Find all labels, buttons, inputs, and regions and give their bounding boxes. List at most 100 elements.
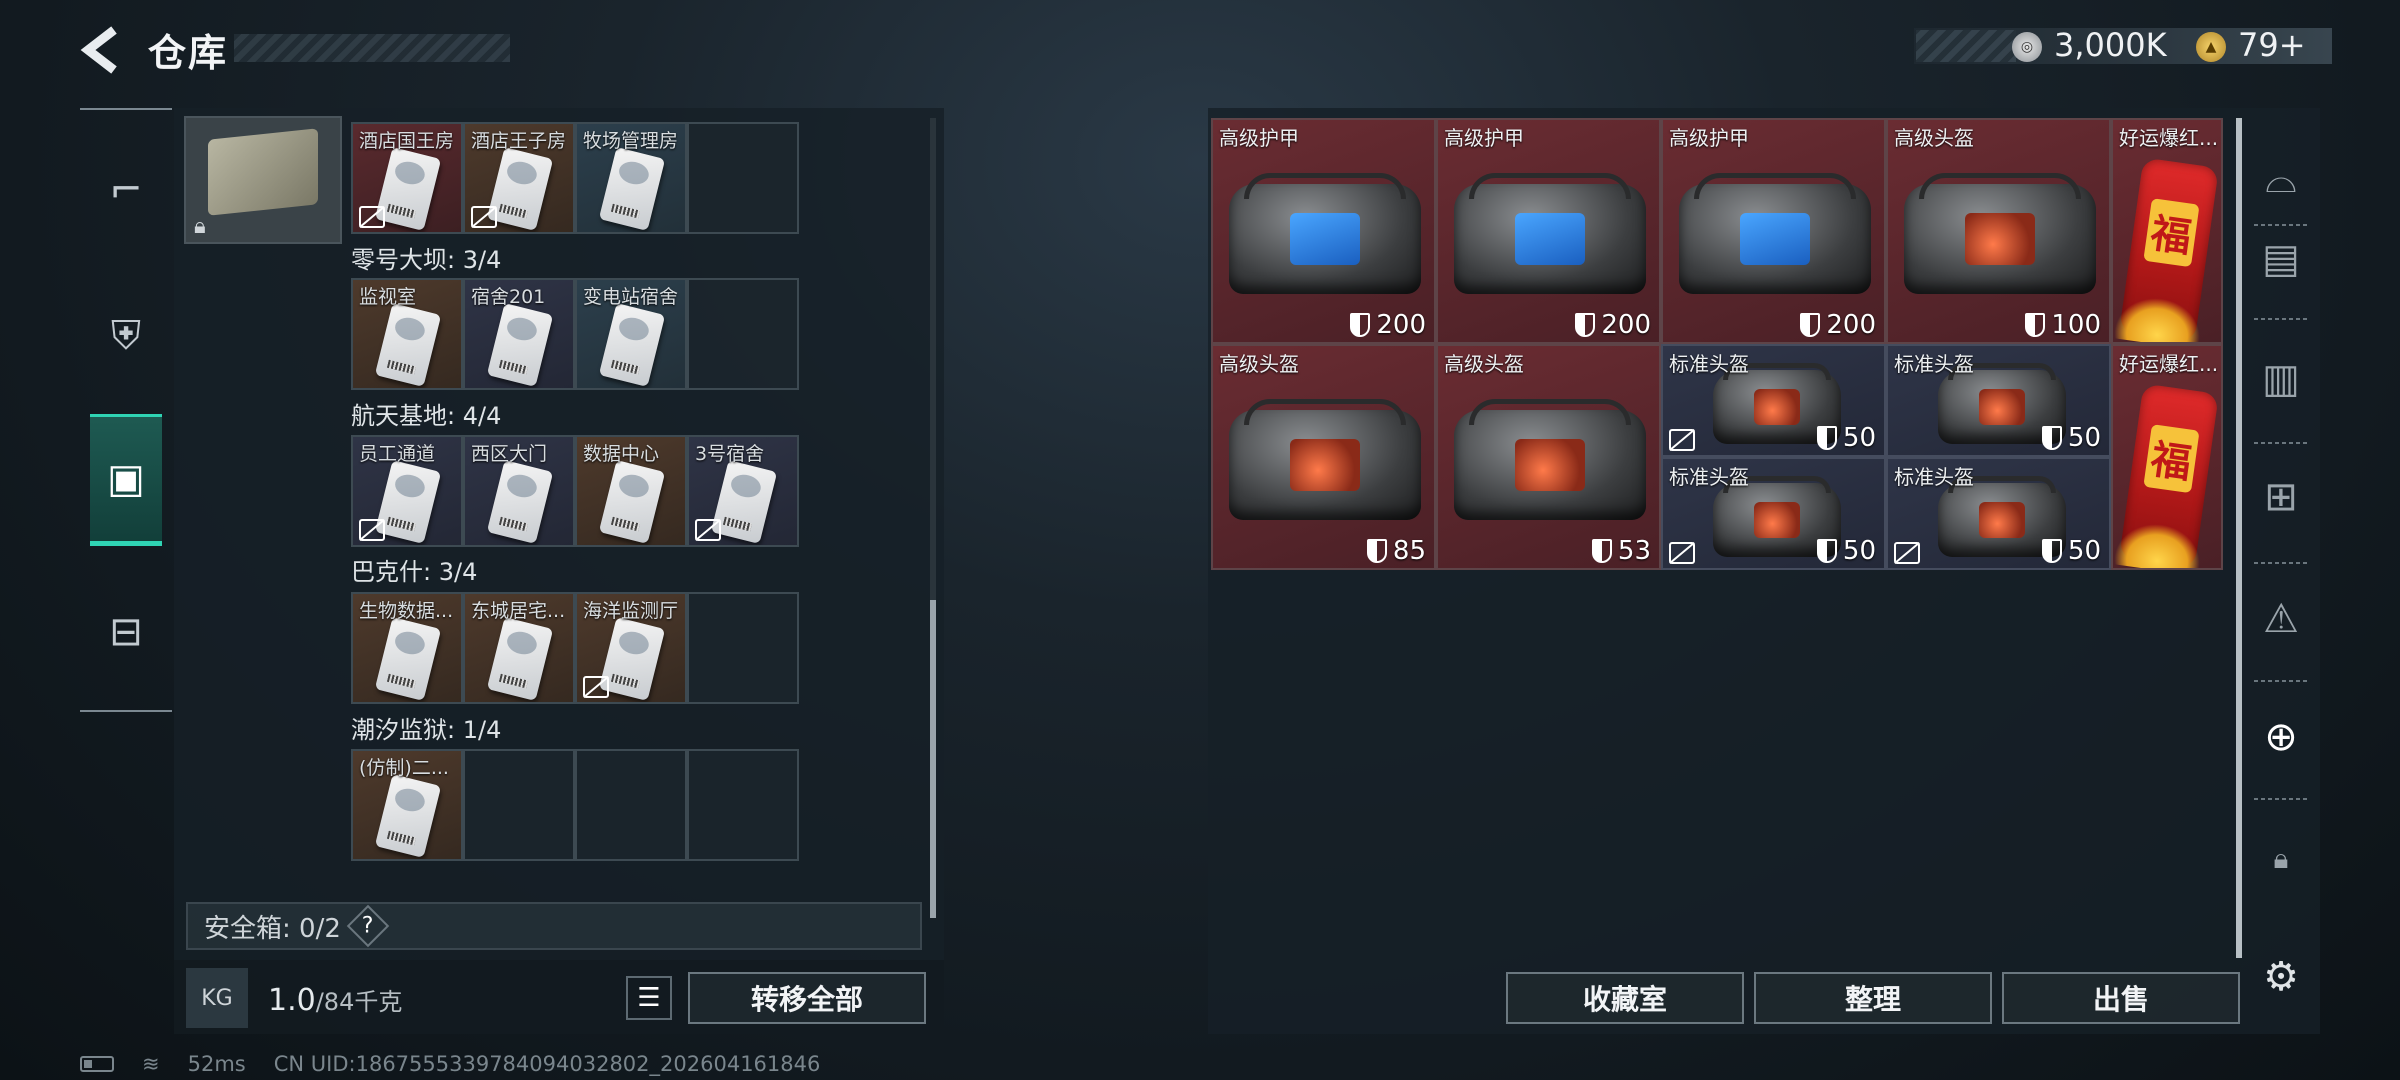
back-button[interactable] — [78, 24, 126, 76]
gear-bag-image — [1454, 173, 1646, 294]
tab-items[interactable]: ⊟ — [90, 566, 162, 698]
keycard-image — [598, 303, 666, 387]
keycard-image — [374, 303, 442, 387]
collection-room-button[interactable]: 收藏室 — [1506, 972, 1744, 1024]
map-group-title: 巴克什: 3/4 — [351, 558, 478, 586]
keycard-image — [598, 147, 666, 231]
unavailable-icon — [695, 519, 721, 541]
safebox-bar[interactable]: 安全箱: 0/2 ? — [186, 902, 922, 950]
keycard-label: 员工通道 — [359, 443, 436, 465]
keycard-row: 监视室 宿舍201 变电站宿舍 — [351, 278, 799, 390]
keycard-label: 牧场管理房 — [583, 130, 679, 152]
durability-badge: 50 — [1816, 423, 1876, 453]
list-view-button[interactable]: ☰ — [626, 976, 672, 1020]
keycard-label: 西区大门 — [471, 443, 548, 465]
add-storage-icon[interactable]: ⊕ — [2254, 710, 2308, 764]
keycard-slot[interactable]: 西区大门 — [463, 435, 575, 547]
durability-badge: 200 — [1800, 310, 1876, 340]
silver-amount[interactable]: 3,000K — [2054, 26, 2167, 64]
item-name: 标准头盔 — [1894, 352, 1974, 376]
settings-gear-icon[interactable]: ⚙ — [2254, 950, 2308, 1004]
status-bar: ≋ 52ms CN UID:1867555339784094032802_202… — [80, 1052, 820, 1076]
gear-bag-image — [1229, 399, 1421, 520]
durability-badge: 200 — [1350, 310, 1426, 340]
durability-value: 50 — [1842, 536, 1876, 566]
help-icon[interactable]: ? — [346, 904, 390, 948]
unavailable-icon — [1894, 542, 1920, 564]
armor-item[interactable]: 高级头盔 53 — [1436, 344, 1661, 570]
keycard-slot[interactable]: (仿制)二... — [351, 749, 463, 861]
item-name: 高级头盔 — [1219, 352, 1299, 376]
tab-weapons[interactable]: ⌐ — [90, 124, 162, 256]
keycard-slot[interactable]: 牧场管理房 — [575, 122, 687, 234]
keycard-slot[interactable]: 酒店国王房 — [351, 122, 463, 234]
keycard-slot[interactable]: 海洋监测厅 — [575, 592, 687, 704]
shield-icon — [1591, 539, 1612, 563]
keycard-slot[interactable]: 酒店王子房 — [463, 122, 575, 234]
standard-helmet-item[interactable]: 标准头盔 50 — [1886, 344, 2111, 457]
toolbar-separator — [2254, 318, 2308, 320]
shield-icon — [1350, 313, 1371, 337]
durability-value: 200 — [1826, 310, 1876, 340]
shield-icon — [2025, 313, 2046, 337]
gear-bag-image — [1229, 173, 1421, 294]
durability-value: 85 — [1392, 536, 1426, 566]
inventory-scroll-thumb[interactable] — [930, 600, 936, 918]
keycard-slot[interactable]: 宿舍201 — [463, 278, 575, 390]
empty-slot — [575, 749, 687, 861]
standard-helmet-item[interactable]: 标准头盔 50 — [1661, 344, 1886, 457]
keycard-slot[interactable]: 变电站宿舍 — [575, 278, 687, 390]
keycard-label: 海洋监测厅 — [583, 600, 679, 622]
keycard-slot[interactable]: 员工通道 — [351, 435, 463, 547]
weapon-filter-icon[interactable]: ▥ — [2254, 352, 2308, 406]
battery-icon — [80, 1056, 114, 1072]
keycard-holder-image — [208, 128, 318, 216]
standard-helmet-item[interactable]: 标准头盔 50 — [1886, 457, 2111, 570]
gold-amount[interactable]: 79+ — [2238, 26, 2306, 64]
unavailable-icon — [583, 676, 609, 698]
durability-value: 53 — [1617, 536, 1651, 566]
keycard-slot[interactable]: 东城居宅... — [463, 592, 575, 704]
armor-item[interactable]: 高级头盔 85 — [1211, 344, 1436, 570]
add-container-icon[interactable]: ⊞ — [2254, 470, 2308, 524]
helmet-filter-icon[interactable]: ⌓ — [2254, 152, 2308, 206]
map-group-title: 航天基地: 4/4 — [351, 402, 502, 430]
lock-icon[interactable]: 🔒︎ — [2254, 832, 2308, 886]
keycard-slot[interactable]: 生物数据... — [351, 592, 463, 704]
firecracker-item[interactable]: 福 好运爆红... — [2111, 118, 2223, 344]
armor-item[interactable]: 高级护甲 200 — [1211, 118, 1436, 344]
standard-helmet-item[interactable]: 标准头盔 50 — [1661, 457, 1886, 570]
toolbar-separator — [2254, 798, 2308, 800]
empty-slot — [687, 749, 799, 861]
durability-badge: 50 — [1816, 536, 1876, 566]
keycard-image — [374, 774, 442, 858]
item-name: 高级头盔 — [1894, 126, 1974, 150]
durability-badge: 50 — [2041, 536, 2101, 566]
tab-keycards[interactable]: ▣ — [90, 414, 162, 546]
durability-badge: 100 — [2025, 310, 2101, 340]
shield-icon — [1366, 539, 1387, 563]
warning-filter-icon[interactable]: ⚠ — [2254, 592, 2308, 646]
lock-icon: 🔒︎ — [194, 214, 206, 239]
armor-item[interactable]: 高级护甲 200 — [1661, 118, 1886, 344]
keycard-label: 变电站宿舍 — [583, 286, 679, 308]
keycard-label: 东城居宅... — [471, 600, 566, 622]
organize-button[interactable]: 整理 — [1754, 972, 1992, 1024]
firecracker-item[interactable]: 福 好运爆红... — [2111, 344, 2223, 570]
armor-item[interactable]: 高级护甲 200 — [1436, 118, 1661, 344]
keycard-slot[interactable]: 3号宿舍 — [687, 435, 799, 547]
sell-button[interactable]: 出售 — [2002, 972, 2240, 1024]
armor-item[interactable]: 高级头盔 100 — [1886, 118, 2111, 344]
item-name: 高级护甲 — [1219, 126, 1299, 150]
tab-armor[interactable]: ⛨ — [90, 270, 162, 402]
transfer-all-button[interactable]: 转移全部 — [688, 972, 926, 1024]
keycard-slot[interactable]: 监视室 — [351, 278, 463, 390]
armor-filter-icon[interactable]: ▤ — [2254, 232, 2308, 286]
item-name: 标准头盔 — [1669, 352, 1749, 376]
weight-bag-icon: KG — [186, 968, 248, 1028]
empty-slot — [687, 278, 799, 390]
storage-scrollbar[interactable] — [2236, 118, 2242, 958]
keycard-slot[interactable]: 数据中心 — [575, 435, 687, 547]
briefcase-icon: ⊟ — [109, 609, 143, 655]
keycard-label: 宿舍201 — [471, 286, 546, 308]
